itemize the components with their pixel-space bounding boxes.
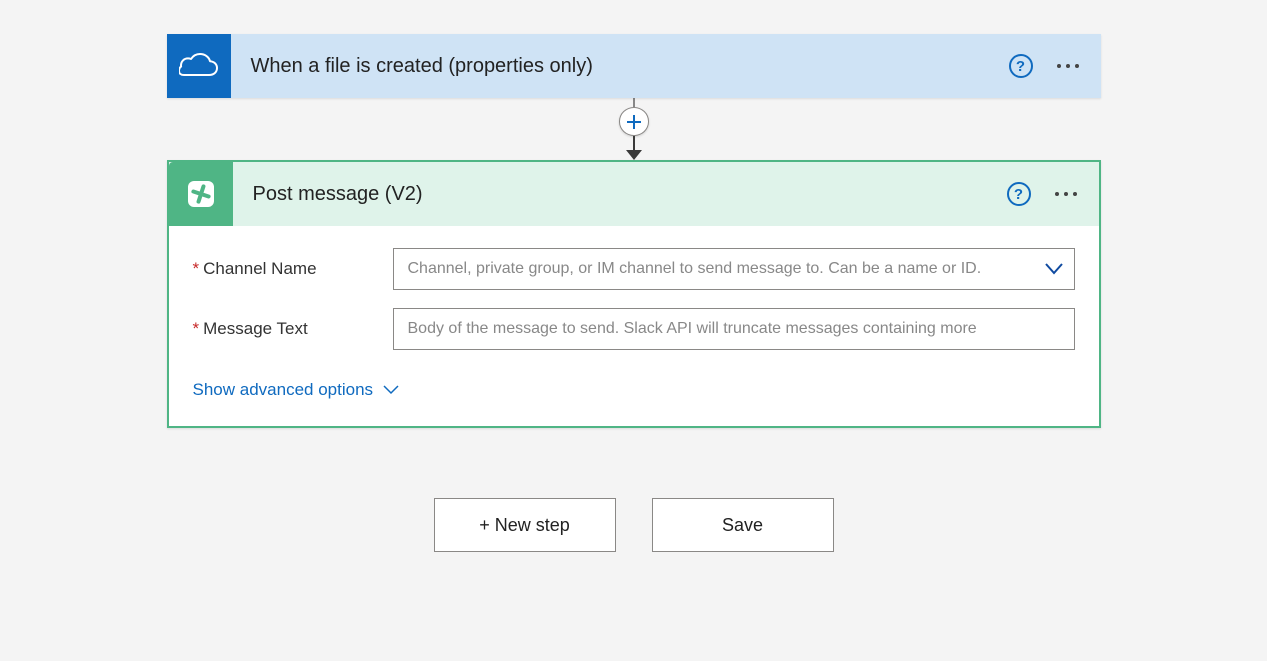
show-advanced-options[interactable]: Show advanced options	[193, 380, 400, 400]
action-title: Post message (V2)	[253, 183, 1007, 206]
trigger-card-header[interactable]: When a file is created (properties only)…	[167, 34, 1101, 98]
advanced-options-label: Show advanced options	[193, 380, 374, 400]
new-step-button[interactable]: + New step	[434, 498, 616, 552]
channel-name-row: Channel Name	[193, 248, 1075, 290]
more-icon[interactable]	[1055, 192, 1077, 196]
message-text-row: Message Text	[193, 308, 1075, 350]
onedrive-icon	[167, 34, 231, 98]
action-card: Post message (V2) ? Channel Name Message…	[167, 160, 1101, 428]
action-card-header[interactable]: Post message (V2) ?	[169, 162, 1099, 226]
message-text-input[interactable]	[393, 308, 1075, 350]
save-button[interactable]: Save	[652, 498, 834, 552]
channel-name-input[interactable]	[393, 248, 1075, 290]
trigger-title: When a file is created (properties only)	[251, 55, 1009, 78]
message-text-label: Message Text	[193, 319, 393, 339]
help-icon[interactable]: ?	[1007, 182, 1031, 206]
connector	[619, 98, 649, 160]
add-step-button[interactable]	[619, 107, 649, 136]
channel-name-label: Channel Name	[193, 259, 393, 279]
help-icon[interactable]: ?	[1009, 54, 1033, 78]
chevron-down-icon	[383, 385, 399, 395]
flow-designer-canvas: When a file is created (properties only)…	[0, 0, 1267, 661]
more-icon[interactable]	[1057, 64, 1079, 68]
plus-icon	[627, 115, 641, 129]
slack-icon	[169, 162, 233, 226]
footer-buttons: + New step Save	[434, 498, 834, 552]
action-card-body: Channel Name Message Text Show advanced …	[169, 226, 1099, 426]
trigger-card[interactable]: When a file is created (properties only)…	[167, 34, 1101, 98]
